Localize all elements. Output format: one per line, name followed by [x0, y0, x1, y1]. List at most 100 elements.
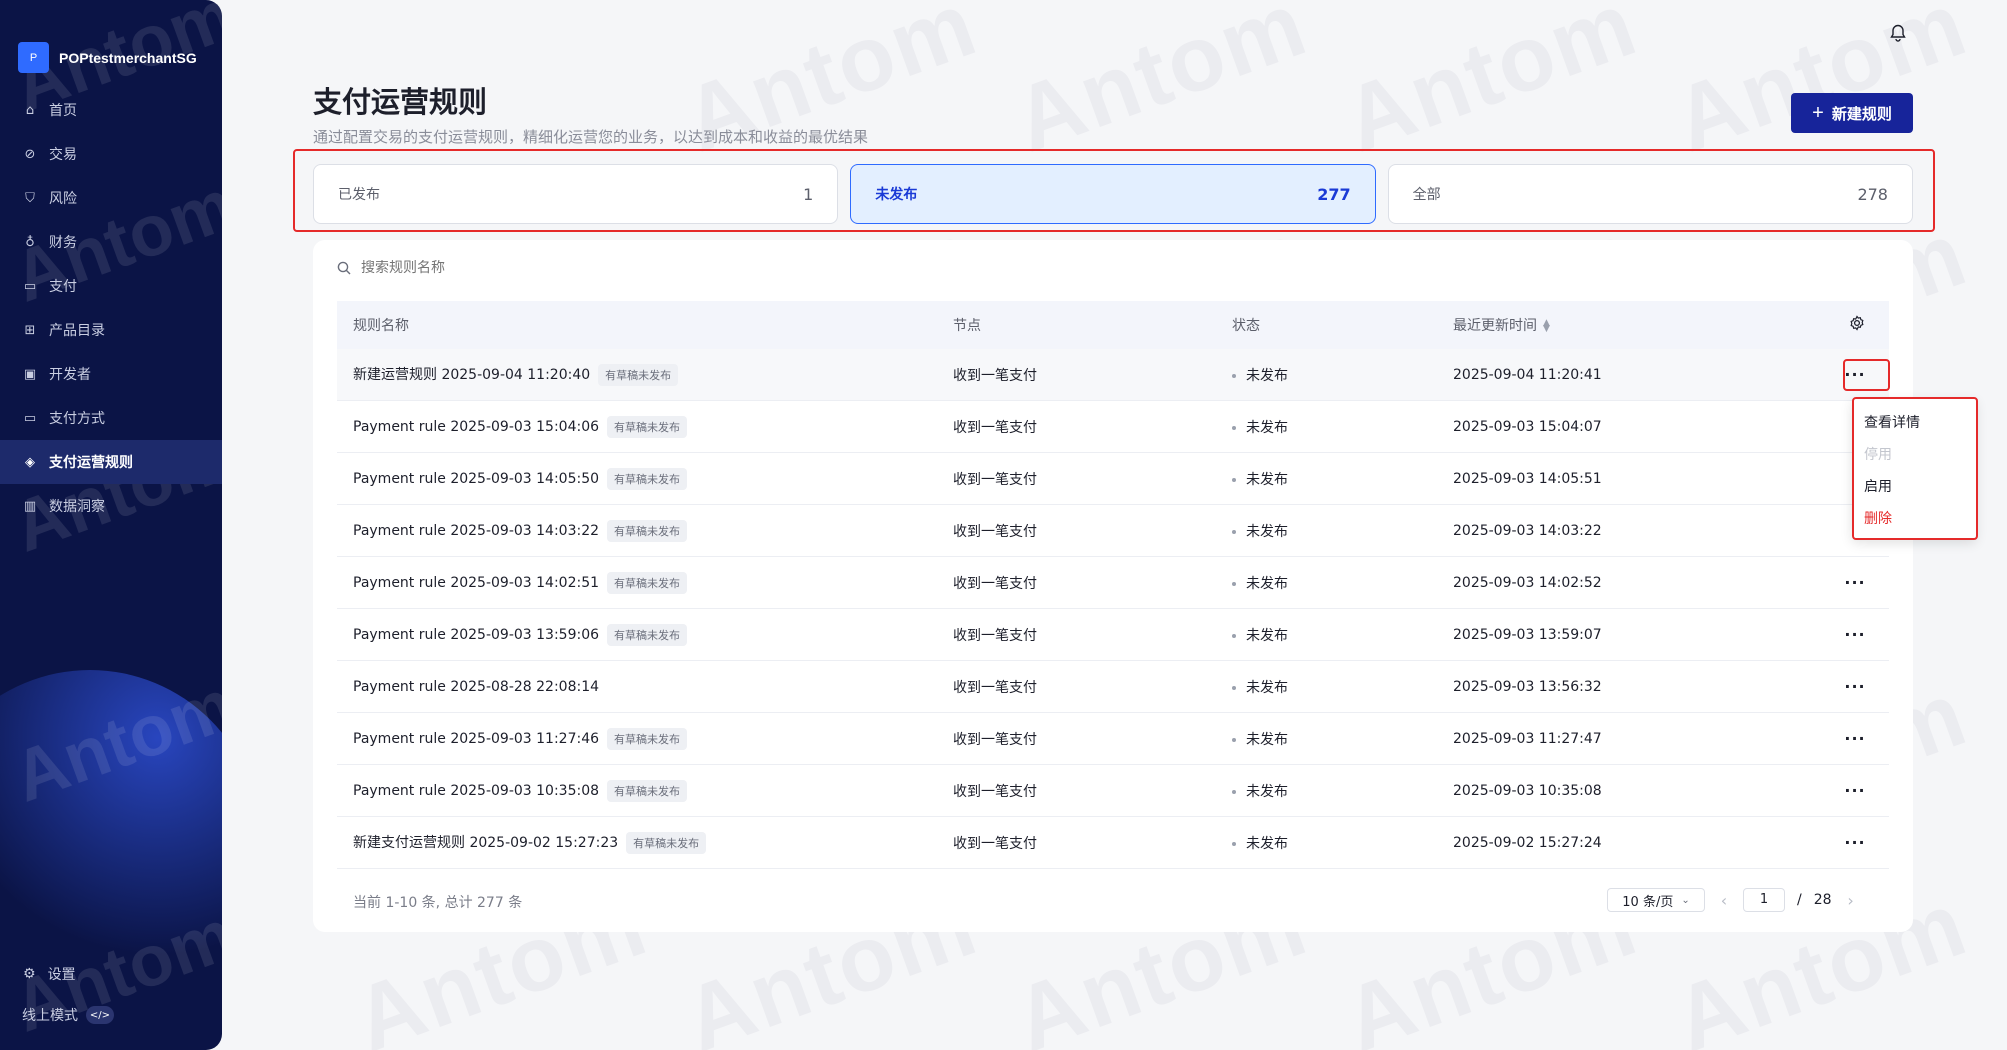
page-input[interactable]: 1 [1743, 888, 1785, 912]
more-actions-icon[interactable]: ··· [1841, 675, 1869, 699]
sidebar-item-5[interactable]: ⊞ 产品目录 [0, 308, 222, 352]
draft-badge: 有草稿未发布 [607, 519, 688, 542]
sidebar-item-label: 支付方式 [49, 411, 105, 427]
rule-name-cell: Payment rule 2025-09-03 14:05:50 有草稿未发布 [353, 467, 688, 490]
sidebar-item-4[interactable]: ▭ 支付 [0, 264, 222, 308]
card-icon: ▭ [23, 410, 37, 426]
sidebar-item-2[interactable]: ⛉ 风险 [0, 176, 222, 220]
table-row[interactable]: Payment rule 2025-09-03 14:05:50 有草稿未发布 收到… [337, 453, 1889, 505]
sidebar-item-label: 支付 [49, 279, 77, 295]
rule-name: 新建支付运营规则 2025-09-02 15:27:23 [353, 834, 619, 851]
page-separator: / [1797, 892, 1802, 908]
sidebar-item-label: 开发者 [49, 367, 91, 383]
status-card[interactable]: 全部 278 [1387, 164, 1913, 224]
more-actions-icon[interactable]: ··· [1841, 571, 1869, 595]
status-text: 未发布 [1246, 419, 1288, 436]
sidebar-item-0[interactable]: ⌂ 首页 [0, 88, 222, 132]
plus-icon: + [1812, 101, 1824, 124]
column-settings-icon[interactable] [1849, 315, 1865, 335]
sidebar-item-1[interactable]: ⊘ 交易 [0, 132, 222, 176]
table-row[interactable]: Payment rule 2025-09-03 14:03:22 有草稿未发布 收到… [337, 505, 1889, 557]
status-text: 未发布 [1246, 835, 1288, 852]
status-text: 未发布 [1246, 679, 1288, 696]
code-toggle-icon[interactable]: </> [86, 1006, 114, 1024]
search-input[interactable] [361, 260, 661, 276]
chevron-down-icon: ⌄ [1681, 894, 1690, 906]
sidebar-item-label: 产品目录 [49, 323, 105, 339]
pagination: 10 条/页 ⌄ ‹ 1 / 28 › [1607, 888, 1858, 912]
table-row[interactable]: Payment rule 2025-09-03 14:02:51 有草稿未发布 收到… [337, 557, 1889, 609]
sidebar-item-3[interactable]: ♁ 财务 [0, 220, 222, 264]
column-header-updated[interactable]: 最近更新时间 ▲ ▼ [1453, 315, 1550, 335]
status-dot-icon [1232, 581, 1236, 586]
status-card[interactable]: 已发布 1 [313, 164, 839, 224]
status-card[interactable]: 未发布 277 [850, 164, 1376, 224]
notification-bell-icon[interactable] [1887, 22, 1909, 44]
table-row[interactable]: Payment rule 2025-09-03 10:35:08 有草稿未发布 收到… [337, 765, 1889, 817]
rule-icon: ◈ [25, 454, 35, 470]
table-row[interactable]: Payment rule 2025-08-28 22:08:14 收到一笔支付 未发… [337, 661, 1889, 713]
table-row[interactable]: Payment rule 2025-09-03 15:04:06 有草稿未发布 收到… [337, 401, 1889, 453]
search-bar[interactable] [337, 260, 661, 276]
more-actions-icon[interactable]: ··· [1841, 831, 1869, 855]
node-cell: 收到一笔支付 [953, 575, 1037, 592]
sidebar-item-label: 首页 [49, 103, 77, 119]
mode-label: 线上模式 [22, 1008, 78, 1024]
draft-badge: 有草稿未发布 [607, 727, 688, 750]
sidebar-item-9[interactable]: ▥ 数据洞察 [0, 484, 222, 528]
status-text: 未发布 [1246, 783, 1288, 800]
merchant-switcher[interactable]: P POPtestmerchantSG [18, 42, 197, 73]
column-header-name: 规则名称 [353, 318, 409, 334]
more-actions-icon[interactable]: ··· [1841, 623, 1869, 647]
rule-name-cell: 新建运营规则 2025-09-04 11:20:40 有草稿未发布 [353, 363, 679, 386]
shield-icon: ⛉ [25, 190, 35, 206]
more-actions-icon[interactable]: ··· [1841, 779, 1869, 803]
pagination-total: 当前 1-10 条, 总计 277 条 [353, 895, 523, 911]
status-dot-icon [1232, 373, 1236, 378]
table-row[interactable]: 新建运营规则 2025-09-04 11:20:40 有草稿未发布 收到一笔支付 未发… [337, 349, 1889, 401]
status-filter-cards: 已发布 1 未发布 277 全部 278 [313, 164, 1913, 224]
search-icon [337, 261, 351, 275]
table-row[interactable]: 新建支付运营规则 2025-09-02 15:27:23 有草稿未发布 收到一笔支付… [337, 817, 1889, 869]
updated-cell: 2025-09-02 15:27:24 [1453, 834, 1602, 851]
table-row[interactable]: Payment rule 2025-09-03 11:27:46 有草稿未发布 收到… [337, 713, 1889, 765]
draft-badge: 有草稿未发布 [626, 831, 707, 854]
table-row[interactable]: Payment rule 2025-09-03 13:59:06 有草稿未发布 收到… [337, 609, 1889, 661]
sidebar-item-7[interactable]: ▭ 支付方式 [0, 396, 222, 440]
status-cell: 未发布 [1232, 677, 1288, 697]
node-cell: 收到一笔支付 [953, 523, 1037, 540]
node-cell: 收到一笔支付 [953, 367, 1037, 384]
row-actions-menu: 查看详情停用启用 删除 [1852, 397, 1976, 539]
status-dot-icon [1232, 529, 1236, 534]
next-page-icon[interactable]: › [1844, 891, 1858, 910]
table-header: 规则名称 节点 状态 最近更新时间 ▲ ▼ [337, 301, 1889, 349]
rule-name-cell: Payment rule 2025-09-03 10:35:08 有草稿未发布 [353, 779, 688, 802]
sidebar-item-label: 风险 [49, 191, 77, 207]
new-rule-button[interactable]: + 新建规则 [1791, 93, 1913, 133]
sidebar-item-settings[interactable]: ⚙ 设置 [23, 964, 76, 984]
home-icon: ⌂ [25, 102, 35, 118]
menu-item: 停用 [1864, 447, 1892, 463]
sidebar-item-6[interactable]: ▣ 开发者 [0, 352, 222, 396]
menu-item[interactable]: 删除 [1852, 503, 1976, 535]
sidebar-item-8[interactable]: ◈ 支付运营规则 [0, 440, 222, 484]
mode-switch[interactable]: 线上模式 </> [22, 1005, 114, 1025]
updated-cell: 2025-09-04 11:20:41 [1453, 366, 1602, 383]
more-actions-icon[interactable]: ··· [1841, 727, 1869, 751]
status-cell: 未发布 [1232, 781, 1288, 801]
more-actions-icon[interactable]: ··· [1841, 363, 1869, 387]
page-size-select[interactable]: 10 条/页 ⌄ [1607, 888, 1705, 912]
page-size-value: 10 条/页 [1622, 894, 1674, 910]
sidebar: Antom Antom Antom Antom Antom P POPtestm… [0, 0, 222, 1050]
prev-page-icon[interactable]: ‹ [1717, 891, 1731, 910]
rule-name-cell: Payment rule 2025-09-03 11:27:46 有草稿未发布 [353, 727, 688, 750]
column-header-updated-label: 最近更新时间 [1453, 318, 1537, 334]
gear-icon: ⚙ [23, 966, 36, 982]
menu-item[interactable]: 查看详情 [1852, 407, 1976, 439]
menu-item[interactable]: 启用 [1852, 471, 1976, 503]
rule-name: Payment rule 2025-09-03 14:05:50 [353, 470, 600, 487]
rules-table-panel: 规则名称 节点 状态 最近更新时间 ▲▼ 新建运营规则 2025-09-04 11… [313, 240, 1913, 932]
sort-icon[interactable]: ▲ ▼ [1543, 319, 1550, 334]
rule-name-cell: Payment rule 2025-09-03 14:03:22 有草稿未发布 [353, 519, 688, 542]
status-dot-icon [1232, 841, 1236, 846]
